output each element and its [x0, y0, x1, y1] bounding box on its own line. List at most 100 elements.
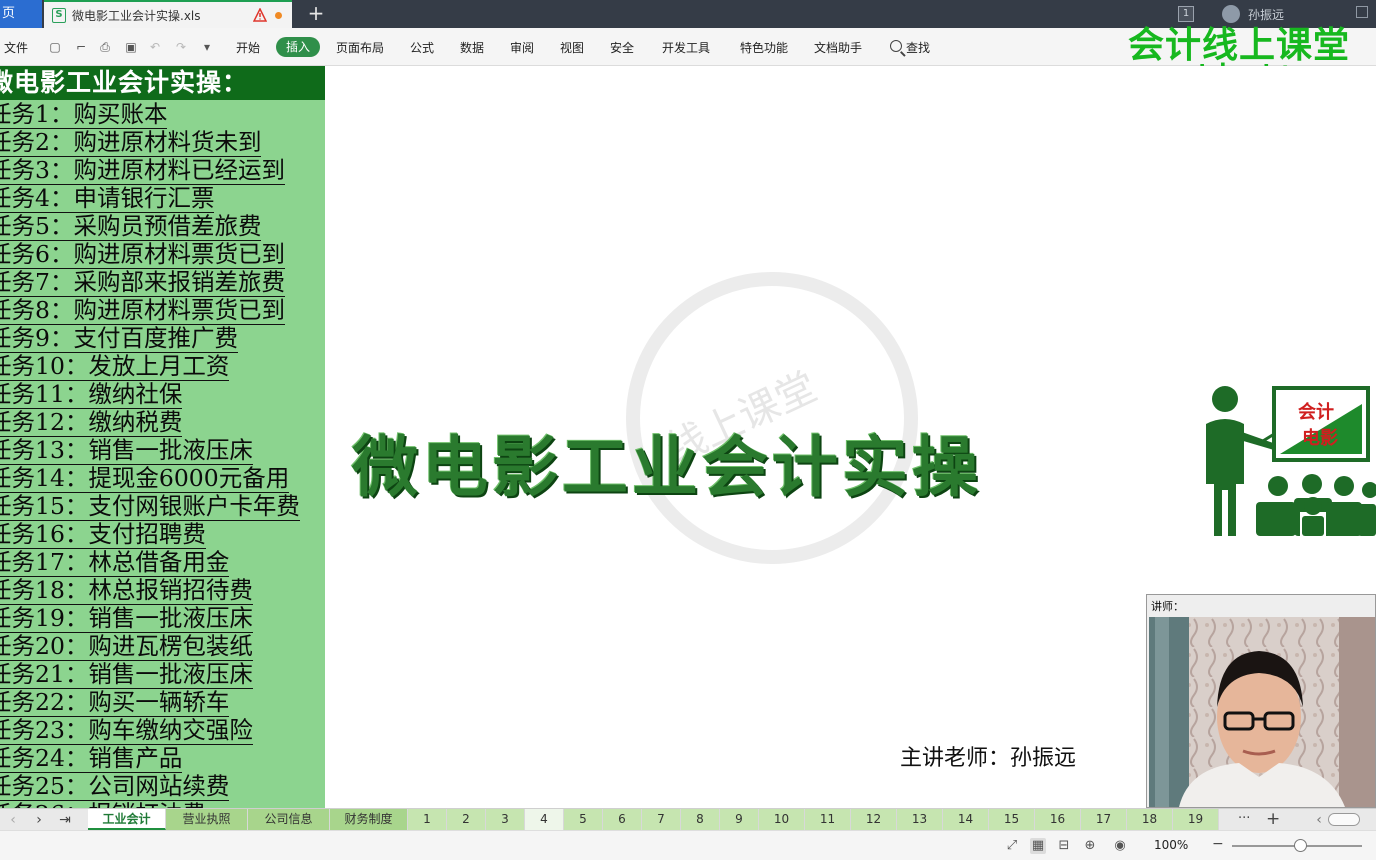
print-preview-icon[interactable]: ▣	[124, 40, 138, 54]
sheet-tab[interactable]: 17	[1081, 809, 1127, 830]
task-item[interactable]: 任务13：销售一批液压床	[0, 436, 325, 465]
eye-protection-icon[interactable]: ◉	[1112, 838, 1128, 854]
fullscreen-icon[interactable]: ⤢	[1004, 838, 1020, 854]
task-item[interactable]: 任务14：提现金6000元备用	[0, 464, 325, 493]
sheet-tab[interactable]: 6	[603, 809, 642, 830]
task-item[interactable]: 任务4：申请银行汇票	[0, 184, 325, 213]
task-item[interactable]: 任务24：销售产品	[0, 744, 325, 773]
page-break-view-icon[interactable]: ⊟	[1056, 838, 1072, 854]
new-tab-button[interactable]: +	[304, 2, 328, 26]
task-item[interactable]: 任务19：销售一批液压床	[0, 604, 325, 633]
first-sheet-arrow-icon[interactable]: ‹	[6, 812, 20, 828]
window-restore-icon[interactable]	[1356, 6, 1368, 18]
home-tab[interactable]: 页	[0, 0, 42, 28]
next-sheet-arrow-icon[interactable]: ›	[32, 812, 46, 828]
sheet-tab[interactable]: 11	[805, 809, 851, 830]
sheet-tab[interactable]: 13	[897, 809, 943, 830]
sheet-tab[interactable]: 7	[642, 809, 681, 830]
task-item[interactable]: 任务10：发放上月工资	[0, 352, 325, 381]
menu-formulas[interactable]: 公式	[410, 39, 434, 56]
menu-home[interactable]: 开始	[236, 39, 260, 56]
task-item[interactable]: 任务25：公司网站续费	[0, 772, 325, 801]
task-item[interactable]: 任务8：购进原材料票货已到	[0, 296, 325, 325]
sheet-tab[interactable]: 9	[720, 809, 759, 830]
task-item[interactable]: 任务1：购买账本	[0, 100, 325, 129]
task-item[interactable]: 任务16：支付招聘费	[0, 520, 325, 549]
sheet-tab[interactable]: 14	[943, 809, 989, 830]
sheet-tab[interactable]: 营业执照	[166, 809, 248, 830]
task-item[interactable]: 任务23：购车缴纳交强险	[0, 716, 325, 745]
print-icon[interactable]: ⎙	[98, 40, 112, 54]
menu-review[interactable]: 审阅	[510, 39, 534, 56]
quick-access-dropdown-icon[interactable]: ▾	[200, 40, 214, 54]
task-item-label: 任务23：购车缴纳交强险	[0, 716, 253, 745]
sheet-tab[interactable]: 工业会计	[88, 809, 166, 830]
task-item-label: 任务17：林总借备用金	[0, 548, 230, 577]
task-item[interactable]: 任务26：报销打油费	[0, 800, 325, 808]
file-tab[interactable]: S 微电影工业会计实操.xls	[44, 0, 292, 28]
task-item[interactable]: 任务5：采购员预借差旅费	[0, 212, 325, 241]
task-item[interactable]: 任务2：购进原材料货未到	[0, 128, 325, 157]
worksheet-canvas[interactable]: 微电影工业会计实操： 任务1：购买账本 任务2：购进原材料货未到 任务3：购进原材料…	[0, 66, 1376, 808]
menu-find[interactable]: 查找	[906, 39, 930, 56]
sheet-tab[interactable]: 公司信息	[248, 809, 330, 830]
menu-security[interactable]: 安全	[610, 39, 634, 56]
task-item[interactable]: 任务7：采购部来报销差旅费	[0, 268, 325, 297]
task-item-label: 任务24：销售产品	[0, 744, 183, 773]
task-item-label: 任务1：购买账本	[0, 100, 168, 129]
sheet-tab[interactable]: 16	[1035, 809, 1081, 830]
last-sheet-arrow-icon[interactable]: ⇥	[58, 812, 72, 828]
sheet-tab[interactable]: 10	[759, 809, 805, 830]
sheet-tab[interactable]: 4	[525, 809, 564, 830]
normal-view-icon[interactable]: ▦	[1030, 838, 1046, 854]
camera-label: 讲师：	[1151, 600, 1184, 613]
task-item[interactable]: 任务18：林总报销招待费	[0, 576, 325, 605]
sheet-tab[interactable]: 2	[447, 809, 486, 830]
task-item[interactable]: 任务3：购进原材料已经运到	[0, 156, 325, 185]
menu-features[interactable]: 特色功能	[740, 39, 788, 56]
sheet-tab[interactable]: 1	[408, 809, 447, 830]
presenter-caption: 主讲老师：孙振远	[900, 746, 1077, 771]
format-painter-icon[interactable]: ⌐	[74, 40, 88, 54]
task-item[interactable]: 任务12：缴纳税费	[0, 408, 325, 437]
sheet-tab[interactable]: 15	[989, 809, 1035, 830]
task-list-panel: 微电影工业会计实操： 任务1：购买账本 任务2：购进原材料货未到 任务3：购进原材料…	[0, 66, 325, 808]
sheet-tab[interactable]: 财务制度	[330, 809, 408, 830]
menu-view[interactable]: 视图	[560, 39, 584, 56]
add-sheet-button[interactable]: +	[1266, 809, 1280, 829]
task-item[interactable]: 任务17：林总借备用金	[0, 548, 325, 577]
zoom-out-button[interactable]: −	[1212, 836, 1224, 852]
instructor-video-feed	[1149, 617, 1375, 807]
zoom-level[interactable]: 100%	[1154, 838, 1188, 852]
save-icon[interactable]: ▢	[48, 40, 62, 54]
search-icon[interactable]	[890, 40, 902, 52]
sheet-tab[interactable]: 12	[851, 809, 897, 830]
scroll-left-icon[interactable]: ‹	[1312, 812, 1326, 828]
sheet-tab[interactable]: 19	[1173, 809, 1219, 830]
task-item[interactable]: 任务20：购进瓦楞包装纸	[0, 632, 325, 661]
task-item[interactable]: 任务11：缴纳社保	[0, 380, 325, 409]
task-item[interactable]: 任务6：购进原材料票货已到	[0, 240, 325, 269]
task-item[interactable]: 任务21：销售一批液压床	[0, 660, 325, 689]
sheet-tab[interactable]: 8	[681, 809, 720, 830]
menu-developer[interactable]: 开发工具	[662, 39, 710, 56]
task-item[interactable]: 任务22：购买一辆轿车	[0, 688, 325, 717]
zoom-slider-thumb[interactable]	[1294, 839, 1307, 852]
undo-icon[interactable]: ↶	[148, 40, 162, 54]
task-item[interactable]: 任务15：支付网银账户卡年费	[0, 492, 325, 521]
read-mode-icon[interactable]: ⊕	[1082, 838, 1098, 854]
sheet-tab[interactable]: 18	[1127, 809, 1173, 830]
more-sheets-button[interactable]: ···	[1238, 811, 1250, 826]
menu-data[interactable]: 数据	[460, 39, 484, 56]
file-menu[interactable]: 文件	[4, 39, 28, 56]
sheet-tab-bar: ‹ › ⇥ 工业会计 营业执照 公司信息 财务制度 1 2 3 4 5 6 7 8 9 10 11 12 13 1…	[0, 808, 1376, 830]
sheet-tab[interactable]: 5	[564, 809, 603, 830]
task-item-label: 任务21：销售一批液压床	[0, 660, 253, 689]
horizontal-scrollbar[interactable]	[1328, 813, 1360, 826]
sheet-tab[interactable]: 3	[486, 809, 525, 830]
task-item[interactable]: 任务9：支付百度推广费	[0, 324, 325, 353]
menu-insert[interactable]: 插入	[276, 37, 320, 57]
menu-page-layout[interactable]: 页面布局	[336, 39, 384, 56]
menu-doc-assistant[interactable]: 文档助手	[814, 39, 862, 56]
redo-icon[interactable]: ↷	[174, 40, 188, 54]
